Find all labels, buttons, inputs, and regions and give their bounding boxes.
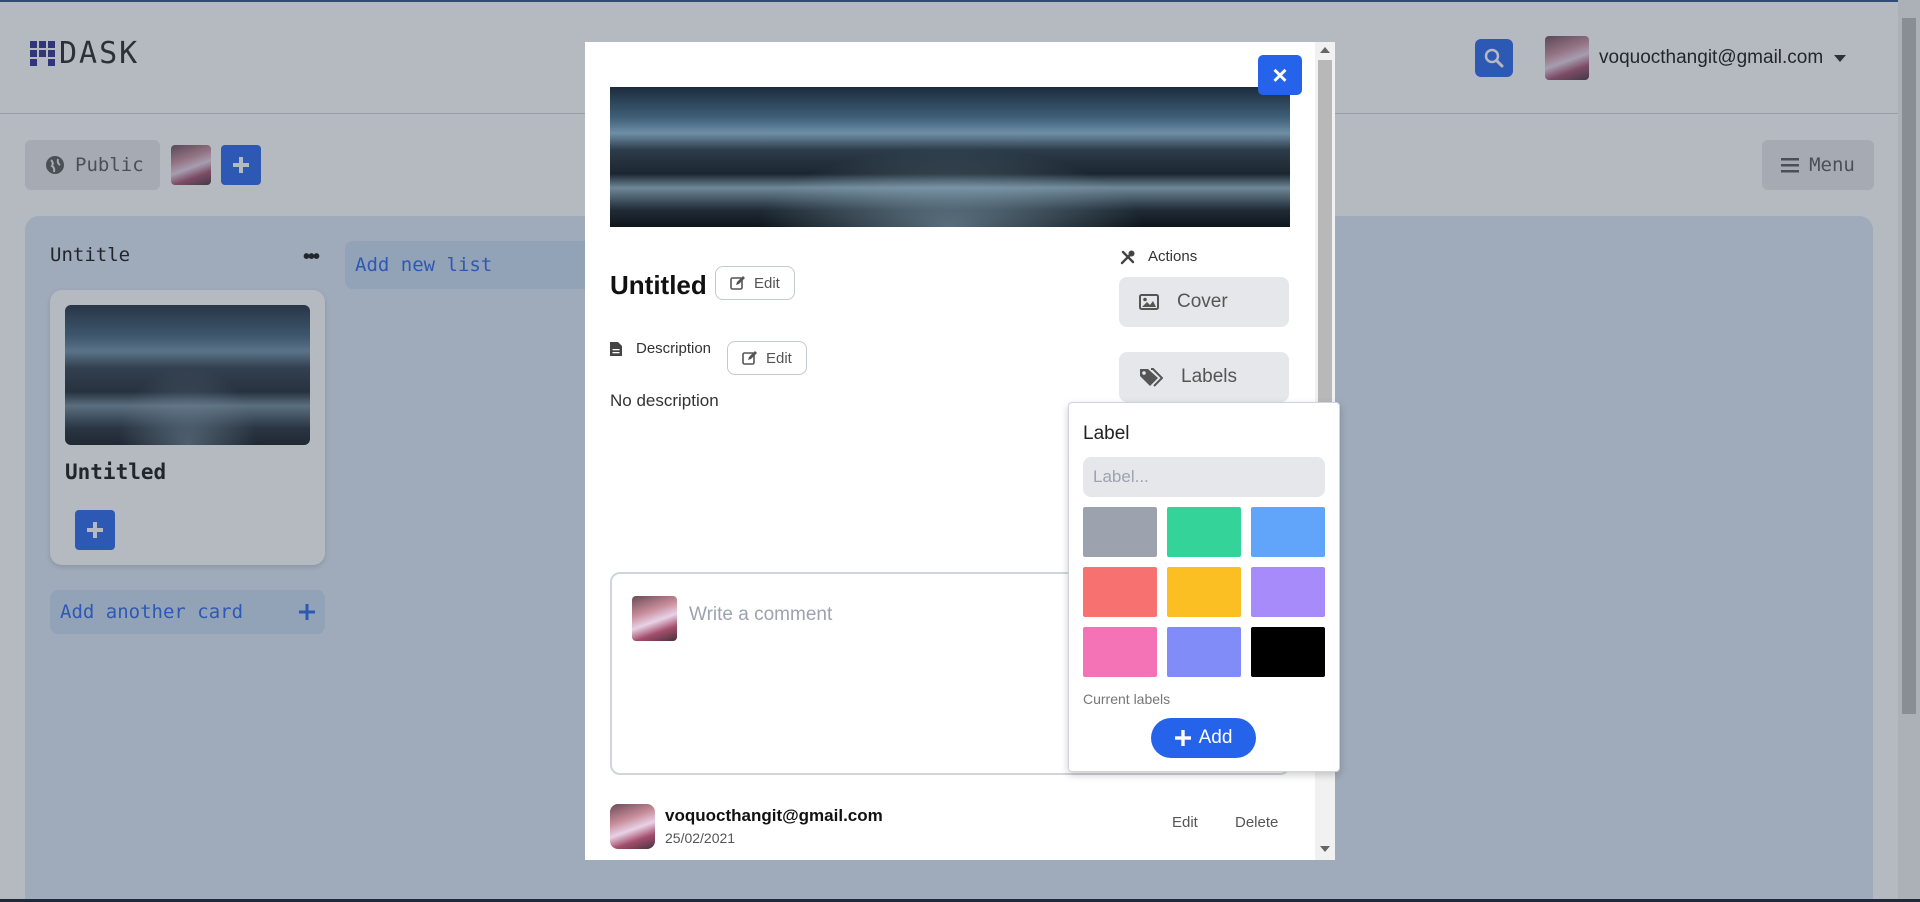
actions-label: Actions	[1148, 248, 1198, 265]
current-labels-heading: Current labels	[1083, 691, 1171, 707]
edit-description-label: Edit	[766, 349, 792, 367]
label-color-swatch[interactable]	[1083, 507, 1157, 557]
file-text-icon	[610, 341, 622, 356]
comment-input[interactable]: Write a comment	[689, 604, 832, 626]
actions-heading: Actions	[1120, 248, 1197, 265]
label-color-swatch[interactable]	[1167, 567, 1241, 617]
label-color-grid	[1083, 507, 1325, 677]
description-heading: Description	[610, 340, 711, 357]
labels-button-label: Labels	[1181, 366, 1237, 387]
label-color-swatch[interactable]	[1167, 627, 1241, 677]
edit-title-label: Edit	[754, 274, 780, 292]
add-label-text: Add	[1198, 727, 1233, 748]
scroll-up-icon[interactable]	[1320, 47, 1330, 53]
edit-description-button[interactable]: Edit	[727, 341, 807, 375]
modal-cover-image	[610, 87, 1290, 227]
close-button[interactable]: ×	[1258, 55, 1302, 95]
image-icon	[1139, 294, 1159, 310]
description-text: No description	[610, 391, 719, 410]
comment-author: voquocthangit@gmail.com	[665, 806, 883, 825]
add-label-button[interactable]: Add	[1151, 718, 1256, 758]
scroll-down-icon[interactable]	[1320, 846, 1330, 852]
label-color-swatch[interactable]	[1251, 567, 1325, 617]
cover-button[interactable]: Cover	[1119, 277, 1289, 327]
card-name-title: Untitled	[610, 270, 707, 300]
labels-button[interactable]: Labels	[1119, 352, 1289, 402]
description-label: Description	[636, 340, 712, 357]
tags-icon	[1140, 368, 1163, 387]
label-color-swatch[interactable]	[1251, 627, 1325, 677]
modal-scrollbar-thumb[interactable]	[1318, 60, 1332, 452]
label-color-swatch[interactable]	[1083, 567, 1157, 617]
edit-icon	[730, 276, 745, 290]
comment-edit-button[interactable]: Edit	[1172, 814, 1198, 831]
comment-user-avatar	[632, 596, 677, 641]
comment-delete-button[interactable]: Delete	[1235, 814, 1278, 831]
label-color-swatch[interactable]	[1167, 507, 1241, 557]
label-color-swatch[interactable]	[1251, 507, 1325, 557]
cover-button-label: Cover	[1177, 291, 1228, 312]
edit-icon	[742, 351, 757, 365]
label-name-input[interactable]	[1083, 457, 1325, 497]
tools-icon	[1120, 250, 1135, 264]
label-popover-title: Label	[1083, 423, 1130, 444]
label-popover: Label Current labels Add	[1068, 402, 1340, 772]
comment-date: 25/02/2021	[665, 830, 736, 846]
plus-icon	[1174, 730, 1191, 746]
close-icon: ×	[1272, 59, 1288, 90]
edit-title-button[interactable]: Edit	[715, 266, 795, 300]
comment-author-avatar	[610, 804, 655, 849]
label-color-swatch[interactable]	[1083, 627, 1157, 677]
comment-item: voquocthangit@gmail.com 25/02/2021 Edit …	[610, 804, 1290, 854]
